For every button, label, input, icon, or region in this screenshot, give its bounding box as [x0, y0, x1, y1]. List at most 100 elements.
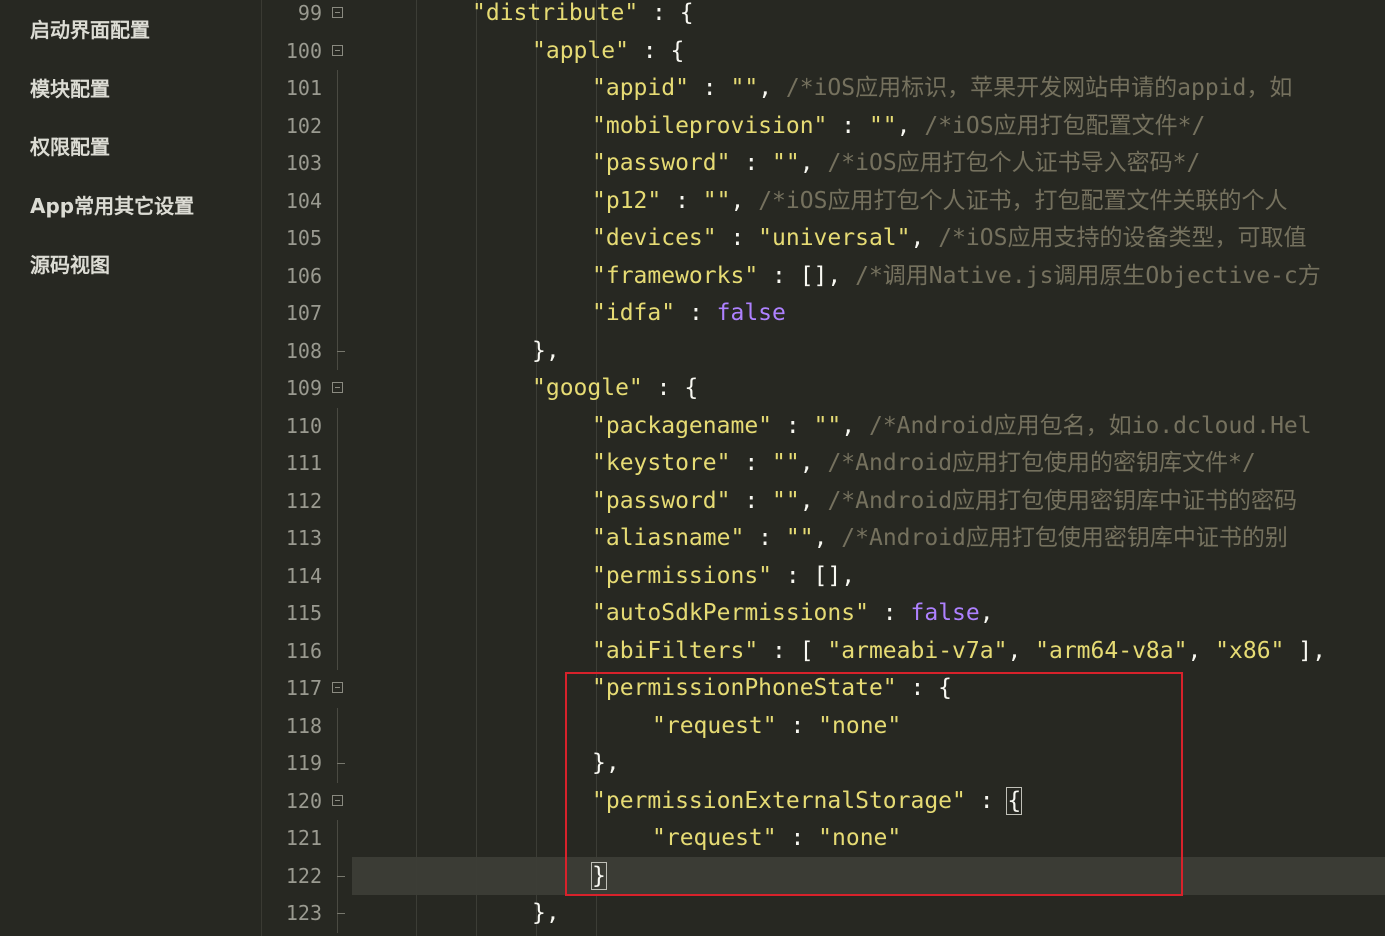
code-text: "packagename" : "", /*Android应用包名，如io.dc… [592, 408, 1312, 446]
code-token: "packagename" [592, 412, 773, 439]
code-line[interactable]: 119}, [262, 745, 1385, 783]
code-line[interactable]: 104 "p12" : "", /*iOS应用打包个人证书，打包配置文件关联的个人 [262, 182, 1385, 221]
code-token: false [716, 300, 786, 326]
code-line[interactable]: 109 "google" : { [262, 370, 1385, 408]
code-text: "mobileprovision" : "", /*iOS应用打包配置文件*/ [592, 108, 1205, 146]
code-line[interactable]: 108}, [262, 332, 1385, 370]
line-number: 120 [285, 788, 322, 813]
code-token: : [744, 525, 786, 551]
code-line[interactable]: 107 "idfa" : false [262, 295, 1385, 333]
code-token: , [841, 412, 869, 439]
code-token: : [661, 187, 703, 214]
code-token: , [799, 450, 828, 476]
code-text: "frameworks" : [], /*调用Native.js调用原生Obje… [592, 258, 1321, 296]
code-token: "armeabi-v7a" [827, 637, 1008, 664]
line-number: 119 [285, 751, 322, 775]
code-token: "p12" [592, 187, 662, 214]
code-editor[interactable]: 99 "distribute" : {100 "apple" : {101 "appi… [262, 0, 1385, 936]
code-line[interactable]: 114 "permissions" : [], [262, 557, 1385, 595]
sidebar-item-source-view[interactable]: 源码视图 [30, 249, 110, 278]
sidebar-item-other-settings[interactable]: App常用其它设置 [30, 190, 194, 219]
code-token: : [ [758, 637, 828, 664]
code-text: "distribute" : { [472, 0, 694, 33]
code-line[interactable]: 120 "permissionExternalStorage" : { [262, 783, 1385, 821]
code-token: : [730, 487, 773, 514]
line-number: 104 [285, 188, 322, 213]
code-token: /*iOS应用支持的设备类型，可取值 [938, 225, 1307, 251]
line-number: 118 [285, 713, 322, 738]
fold-guide-icon [337, 220, 338, 258]
code-token: : { [628, 37, 685, 64]
code-token: , [979, 600, 994, 626]
line-number: 123 [285, 901, 322, 925]
app-window: 启动界面配置 模块配置 权限配置 App常用其它设置 源码视图 99 "distr… [0, 0, 1385, 936]
fold-toggle-icon[interactable] [332, 44, 343, 56]
code-line[interactable]: 106 "frameworks" : [], /*调用Native.js调用原生O… [262, 257, 1385, 296]
fold-guide-icon [337, 520, 338, 558]
code-token: "password" [592, 150, 731, 176]
code-token: "permissions" [592, 562, 773, 589]
fold-toggle-icon[interactable] [332, 382, 343, 393]
code-token: , [1187, 637, 1216, 664]
code-line[interactable]: 113 "aliasname" : "", /*Android应用打包使用密钥库中… [262, 520, 1385, 558]
code-token: "abiFilters" [592, 637, 759, 664]
matched-bracket: { [1006, 786, 1023, 815]
fold-toggle-icon[interactable] [332, 794, 343, 806]
sidebar-item-splash-config[interactable]: 启动界面配置 [30, 14, 150, 43]
code-token: /*Android应用打包使用密钥库中证书的密码 [827, 487, 1298, 514]
fold-toggle-icon[interactable] [332, 7, 343, 18]
code-token: : [965, 787, 1008, 814]
code-text: "password" : "", /*iOS应用打包个人证书导入密码*/ [592, 145, 1200, 183]
code-text: "google" : { [532, 370, 698, 408]
sidebar-item-permission-config[interactable]: 权限配置 [30, 131, 110, 160]
code-token: "devices" [592, 225, 717, 251]
code-token: , [896, 112, 925, 139]
code-token: }, [532, 337, 560, 364]
code-token: "frameworks" [592, 262, 759, 289]
code-text: }, [592, 745, 620, 783]
matched-bracket: } [591, 861, 607, 890]
code-line[interactable]: 123}, [262, 895, 1385, 933]
code-line[interactable]: 121 "request" : "none" [262, 820, 1385, 858]
code-line[interactable]: 100 "apple" : { [262, 33, 1385, 71]
line-number: 103 [285, 151, 322, 175]
code-token: , [813, 525, 842, 551]
code-token: "appid" [592, 75, 689, 101]
code-line[interactable]: 103 "password" : "", /*iOS应用打包个人证书导入密码*/ [262, 145, 1385, 183]
code-line[interactable]: 112 "password" : "", /*Android应用打包使用密钥库中证… [262, 482, 1385, 520]
line-number: 115 [285, 601, 322, 625]
code-token: "aliasname" [592, 525, 745, 551]
code-token: "google" [532, 375, 643, 401]
code-line[interactable]: 101 "appid" : "", /*iOS应用标识，苹果开发网站申请的appi… [262, 70, 1385, 108]
fold-guide-icon [337, 445, 338, 483]
code-text: "appid" : "", /*iOS应用标识，苹果开发网站申请的appid，如 [592, 70, 1292, 108]
code-token: "none" [818, 825, 902, 851]
code-token: "request" [652, 712, 777, 739]
code-line[interactable]: 115 "autoSdkPermissions" : false, [262, 595, 1385, 633]
code-token: "" [772, 450, 800, 476]
code-token: /*Android应用打包使用的密钥库文件*/ [827, 450, 1256, 476]
fold-toggle-icon[interactable] [332, 682, 343, 693]
code-token: , [1007, 637, 1036, 664]
code-line[interactable]: 118 "request" : "none" [262, 707, 1385, 745]
code-line[interactable]: 117 "permissionPhoneState" : { [262, 670, 1385, 708]
code-text: "idfa" : false [592, 295, 786, 333]
code-token: "none" [818, 712, 902, 739]
sidebar-item-module-config[interactable]: 模块配置 [30, 73, 110, 102]
code-text: } [591, 858, 607, 896]
code-line[interactable]: 111 "keystore" : "", /*Android应用打包使用的密钥库文… [262, 445, 1385, 483]
code-line[interactable]: 116 "abiFilters" : [ "armeabi-v7a", "arm6… [262, 632, 1385, 670]
code-token: , [799, 150, 828, 176]
code-line[interactable]: 122} [262, 857, 1385, 896]
code-token: "" [813, 412, 842, 439]
code-text: "p12" : "", /*iOS应用打包个人证书，打包配置文件关联的个人 [592, 183, 1287, 221]
fold-guide-icon [337, 482, 338, 520]
code-line[interactable]: 99 "distribute" : { [262, 0, 1385, 33]
code-token: /*iOS应用打包个人证书，打包配置文件关联的个人 [758, 187, 1288, 214]
code-line[interactable]: 110 "packagename" : "", /*Android应用包名，如io… [262, 407, 1385, 446]
fold-guide-icon [337, 595, 338, 633]
code-token: : [868, 600, 911, 626]
code-line[interactable]: 102 "mobileprovision" : "", /*iOS应用打包配置文件… [262, 107, 1385, 146]
code-line[interactable]: 105 "devices" : "universal", /*iOS应用支持的设备… [262, 220, 1385, 258]
line-number: 107 [285, 301, 322, 325]
